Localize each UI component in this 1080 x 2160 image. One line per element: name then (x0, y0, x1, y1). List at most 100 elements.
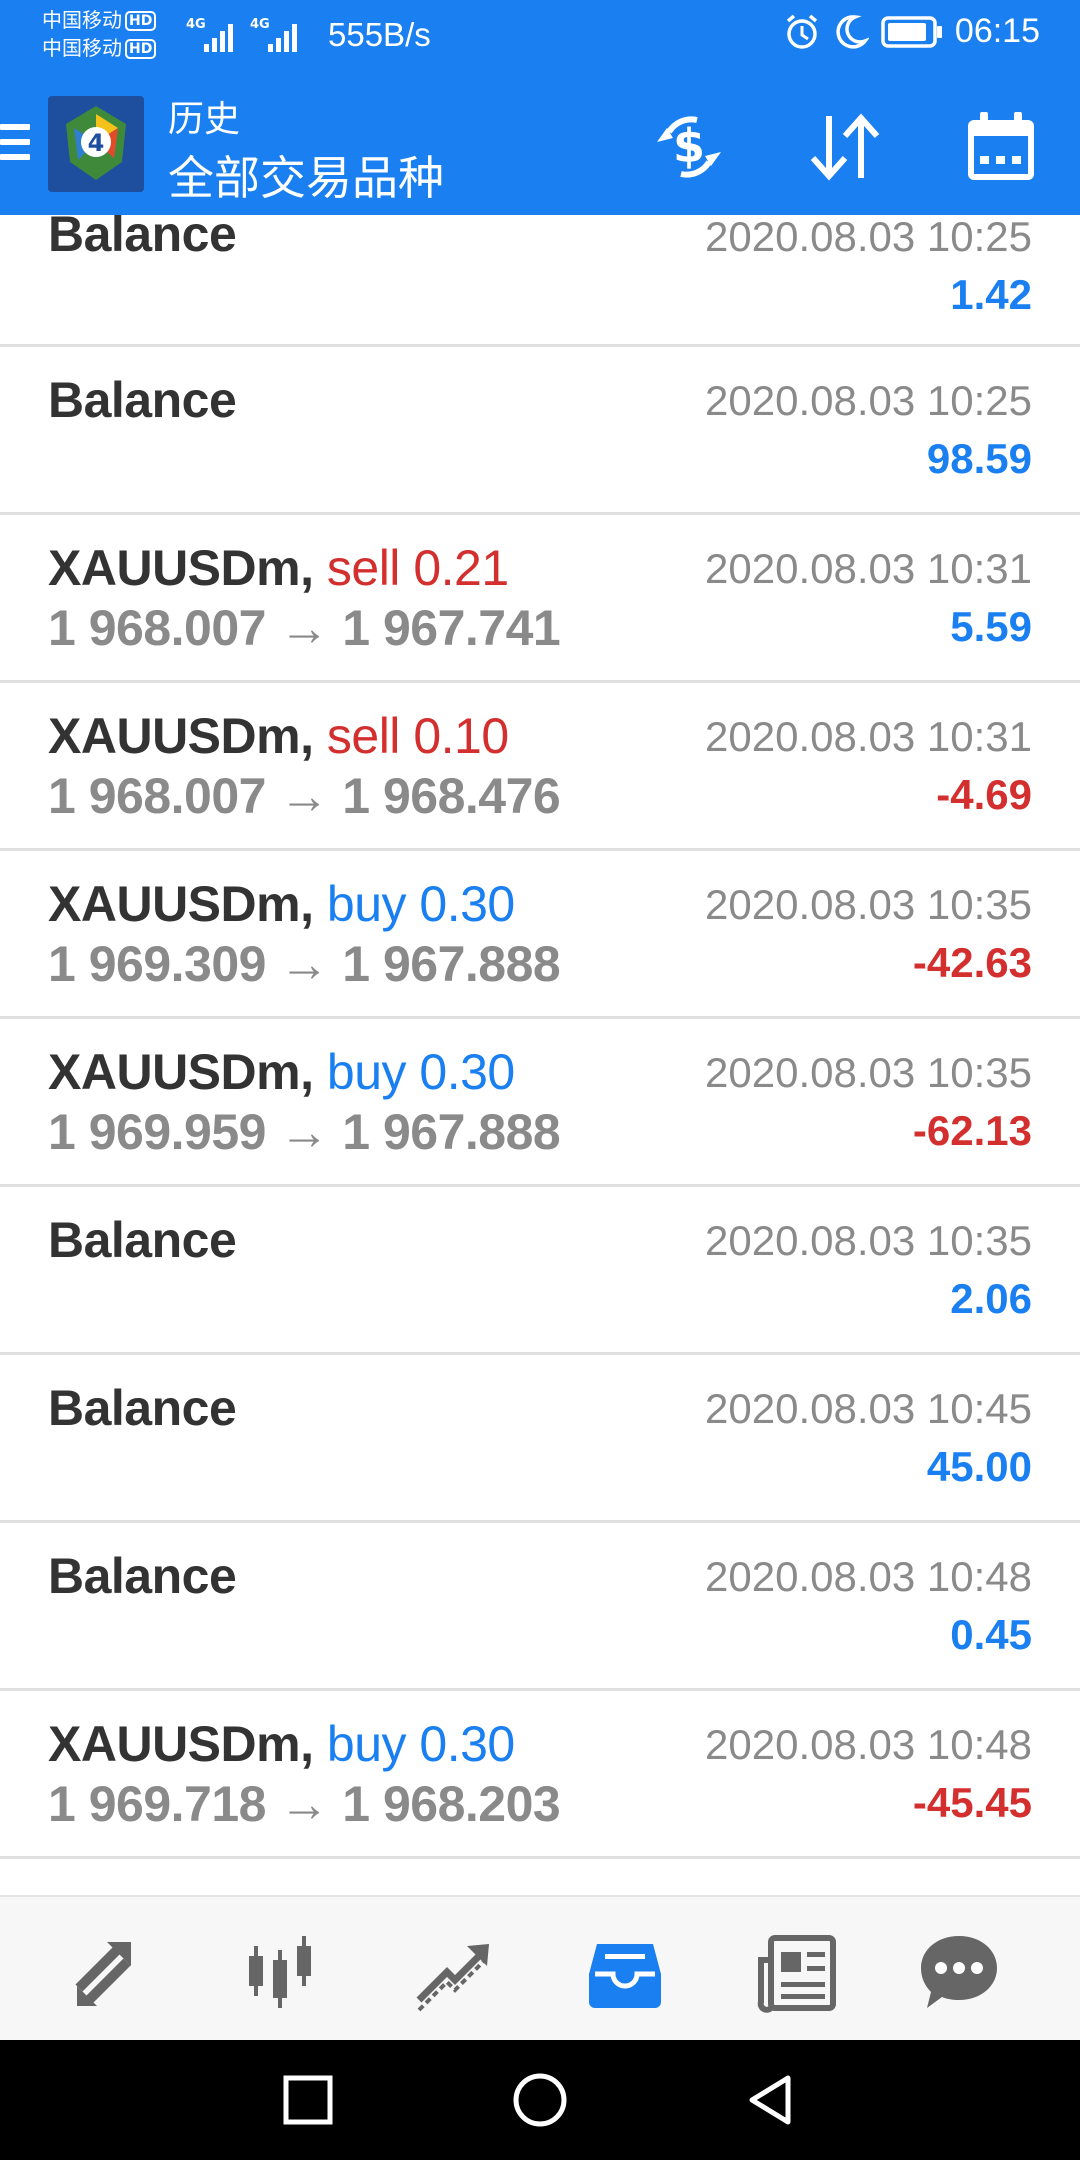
arrow-icon: → (279, 600, 329, 656)
open-price: 1 969.959 (48, 1104, 266, 1160)
row-time: 2020.08.03 10:45 (705, 1385, 1032, 1432)
trade-side: buy (326, 1044, 407, 1100)
nav-news[interactable] (752, 1927, 842, 2017)
alarm-icon (786, 14, 818, 49)
row-time: 2020.08.03 10:35 (705, 881, 1032, 928)
square-icon (283, 2075, 333, 2125)
row-symbol: XAUUSDm, sell 0.10 (48, 707, 509, 765)
row-prices: 1 968.007 → 1 967.741 (48, 599, 561, 657)
system-nav-bar (0, 2040, 1080, 2160)
clock: 06:15 (954, 12, 1040, 50)
open-price: 1 969.309 (48, 936, 266, 992)
history-row[interactable]: Balance 2020.08.03 10:25 1.42 (0, 215, 1080, 347)
trade-side: buy (326, 1716, 407, 1772)
row-time: 2020.08.03 10:35 (705, 1217, 1032, 1264)
close-price: 1 968.203 (342, 1776, 561, 1832)
close-price: 1 967.888 (342, 936, 561, 992)
row-prices: 1 969.959 → 1 967.888 (48, 1103, 561, 1161)
svg-text:$: $ (673, 119, 705, 173)
history-row[interactable]: Balance 2020.08.03 10:25 98.59 (0, 347, 1080, 515)
top-bar: 中国移动 HD 中国移动 HD 4G 4G 555B/s 06:15 4 历史 … (0, 0, 1080, 215)
trade-side: sell (326, 708, 401, 764)
row-symbol: Balance (48, 1548, 237, 1604)
row-symbol: XAUUSDm, buy 0.30 (48, 1715, 515, 1773)
arrow-icon: → (279, 768, 329, 824)
close-price: 1 967.741 (342, 600, 561, 656)
symbol-name: XAUUSDm, (48, 540, 314, 596)
row-profit: 5.59 (950, 603, 1032, 650)
history-row[interactable]: XAUUSDm, sell 0.10 1 968.007 → 1 968.476… (0, 683, 1080, 851)
svg-text:4: 4 (88, 129, 105, 157)
svg-text:4G: 4G (250, 17, 270, 32)
nav-history[interactable] (580, 1927, 670, 2017)
row-profit: 0.45 (950, 1611, 1032, 1658)
quotes-icon (75, 1942, 131, 2006)
row-profit: 1.42 (950, 271, 1032, 318)
close-price: 1 968.476 (342, 768, 561, 824)
row-symbol: Balance (48, 215, 237, 262)
history-row[interactable]: XAUUSDm, buy 0.30 1 969.959 → 1 967.888 … (0, 1019, 1080, 1187)
row-profit: -4.69 (936, 771, 1032, 818)
carrier-1: 中国移动 (42, 8, 122, 32)
currency-exchange-icon: $ (657, 116, 721, 178)
svg-text:4G: 4G (186, 17, 206, 32)
carrier-2: 中国移动 (42, 36, 122, 60)
history-row[interactable]: XAUUSDm, buy 0.30 1 969.309 → 1 967.888 … (0, 851, 1080, 1019)
arrow-icon: → (279, 1776, 329, 1832)
symbol-name: XAUUSDm, (48, 708, 314, 764)
row-time: 2020.08.03 10:48 (705, 1721, 1032, 1768)
sort-button[interactable] (800, 102, 890, 192)
nav-trade[interactable] (408, 1927, 498, 2017)
row-time: 2020.08.03 10:31 (705, 545, 1032, 592)
currency-exchange-button[interactable]: $ (644, 102, 734, 192)
bottom-nav (0, 1895, 1080, 2040)
arrow-icon: → (279, 1104, 329, 1160)
row-symbol: XAUUSDm, buy 0.30 (48, 875, 515, 933)
calendar-button[interactable] (956, 102, 1046, 192)
trade-side: buy (326, 876, 407, 932)
history-row[interactable]: Balance 2020.08.03 10:45 45.00 (0, 1355, 1080, 1523)
menu-icon[interactable] (0, 124, 30, 172)
row-time: 2020.08.03 10:25 (705, 377, 1032, 424)
history-list[interactable]: Balance 2020.08.03 10:25 1.42 Balance 20… (0, 215, 1080, 1895)
metatrader-logo-icon: 4 (48, 96, 144, 192)
trade-volume: 0.30 (419, 1716, 515, 1772)
trade-volume: 0.30 (419, 1044, 515, 1100)
status-bar: 中国移动 HD 中国移动 HD 4G 4G 555B/s 06:15 (0, 0, 1080, 72)
nav-chart[interactable] (236, 1927, 326, 2017)
history-icon (589, 1944, 661, 2008)
row-prices: 1 969.718 → 1 968.203 (48, 1775, 561, 1833)
row-time: 2020.08.03 10:25 (705, 215, 1032, 260)
home-button[interactable] (500, 2060, 580, 2140)
trade-volume: 0.10 (413, 708, 509, 764)
row-profit: 45.00 (926, 1443, 1032, 1490)
row-symbol: Balance (48, 1212, 237, 1268)
recents-button[interactable] (268, 2060, 348, 2140)
symbol-filter[interactable]: 全部交易品种 (168, 142, 444, 208)
symbol-name: XAUUSDm, (48, 1716, 314, 1772)
signal-icon: 4G (250, 17, 297, 52)
news-icon (757, 1935, 836, 2013)
history-row[interactable]: Balance 2020.08.03 10:35 2.06 (0, 1187, 1080, 1355)
nav-chat[interactable] (914, 1927, 1004, 2017)
app-bar: 4 历史 全部交易品种 $ (0, 86, 1080, 211)
open-price: 1 968.007 (48, 600, 266, 656)
open-price: 1 968.007 (48, 768, 266, 824)
history-row[interactable]: Balance 2020.08.03 10:48 0.45 (0, 1523, 1080, 1691)
nav-quotes[interactable] (64, 1927, 154, 2017)
row-profit: -42.63 (912, 939, 1032, 986)
sort-icon (810, 113, 880, 181)
history-row[interactable]: XAUUSDm, sell 0.21 1 968.007 → 1 967.741… (0, 515, 1080, 683)
row-symbol: XAUUSDm, sell 0.21 (48, 539, 509, 597)
calendar-icon (968, 112, 1034, 180)
trade-side: sell (326, 540, 401, 596)
open-price: 1 969.718 (48, 1776, 266, 1832)
trade-volume: 0.30 (419, 876, 515, 932)
row-profit: 98.59 (926, 435, 1032, 482)
arrow-icon: → (279, 936, 329, 992)
row-profit: -62.13 (912, 1107, 1032, 1154)
trade-volume: 0.21 (413, 540, 509, 596)
back-button[interactable] (730, 2060, 810, 2140)
history-row[interactable]: XAUUSDm, buy 0.30 1 969.718 → 1 968.203 … (0, 1691, 1080, 1859)
app-logo[interactable]: 4 (48, 96, 144, 192)
